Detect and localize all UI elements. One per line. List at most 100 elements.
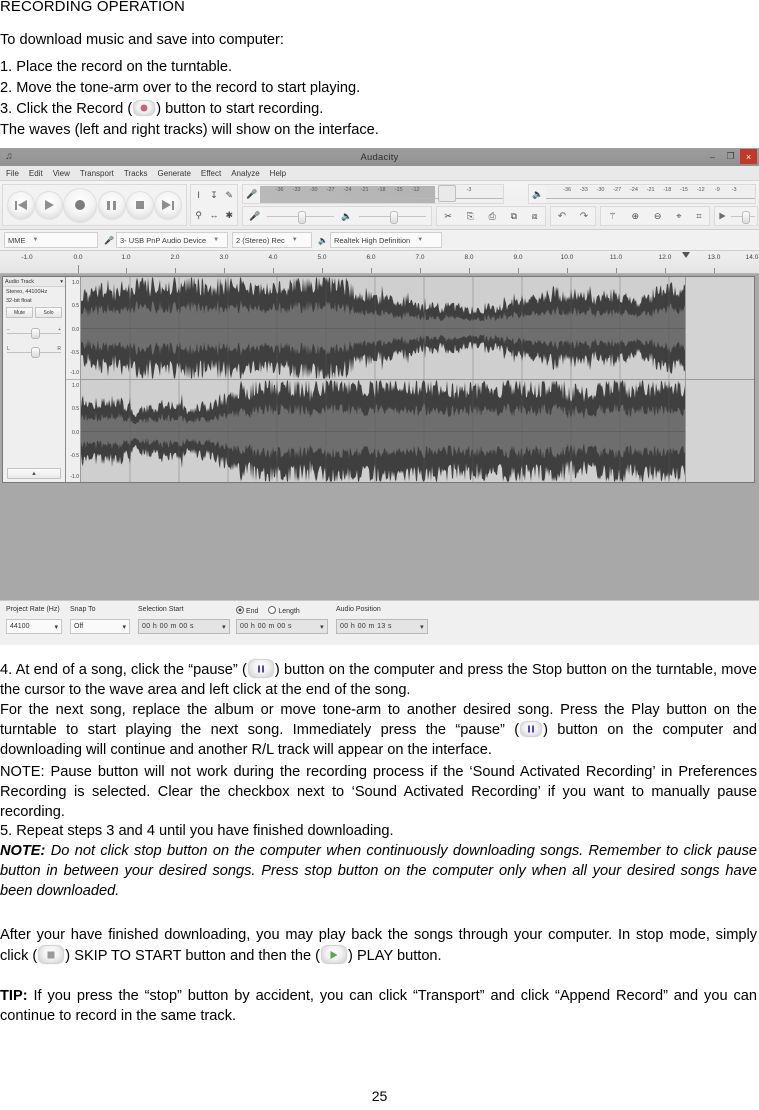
project-rate-label: Project Rate (Hz) (6, 606, 60, 613)
step-5: 5. Repeat steps 3 and 4 until you have f… (0, 823, 394, 839)
recording-meter-toolbar[interactable]: 🎤 -36 -33 -30 -27 -24 -21 -18 -15 -12 -6… (242, 184, 504, 204)
menu-item-effect[interactable]: Effect (201, 169, 221, 178)
mute-button[interactable]: Mute (6, 307, 33, 318)
window-title: Audacity (360, 151, 399, 163)
window-controls: – ❐ × (704, 149, 757, 164)
track-control-panel[interactable]: Audio Track ▾ Stereo, 44100Hz 32-bit flo… (3, 277, 66, 482)
pause-button[interactable] (97, 191, 126, 219)
selection-end-field[interactable]: 00 h 00 m 00 s ▾ (236, 619, 328, 634)
menu-item-tracks[interactable]: Tracks (124, 169, 148, 178)
audio-host-select[interactable]: MME ▼ (4, 232, 98, 248)
audio-position-field[interactable]: 00 h 00 m 13 s ▾ (336, 619, 428, 634)
time-spinner-icon[interactable]: ▾ (420, 623, 424, 631)
ruler-label: 6.0 (366, 254, 376, 261)
play-icon (321, 945, 348, 964)
selection-start-value: 00 h 00 m 00 s (142, 623, 194, 630)
right-channel-empty-area[interactable] (685, 380, 754, 482)
paste-icon[interactable]: ⎙ (489, 211, 496, 222)
zoom-out-icon[interactable]: ⊖ (654, 211, 662, 222)
snap-to-select[interactable]: Off ▾ (70, 619, 130, 634)
playhead-indicator[interactable] (682, 252, 690, 258)
recording-device-select[interactable]: 3- USB PnP Audio Device ▼ (115, 232, 228, 248)
vruler-label: 0.0 (72, 429, 79, 436)
step-1: 1. Place the record on the turntable. (0, 59, 233, 75)
redo-icon[interactable]: ↷ (580, 211, 588, 222)
meter-tick: -3 (466, 186, 472, 193)
audacity-window-screenshot: ♫ Audacity – ❐ × File Edit View Transpor… (0, 148, 759, 645)
stop-button[interactable] (125, 191, 154, 219)
left-channel-empty-area[interactable] (685, 277, 754, 379)
zoom-tool-icon[interactable]: ⚲ (191, 205, 206, 225)
copy-icon[interactable]: ⎘ (467, 211, 474, 222)
menu-item-help[interactable]: Help (270, 169, 286, 178)
playback-device-select[interactable]: Realtek High Definition ▼ (329, 232, 442, 248)
audio-track[interactable]: Audio Track ▾ Stereo, 44100Hz 32-bit flo… (2, 276, 755, 483)
multi-tool-icon[interactable]: ✱ (222, 205, 237, 225)
minimize-button[interactable]: – (704, 149, 721, 164)
time-spinner-icon[interactable]: ▾ (222, 623, 226, 631)
record-button[interactable] (63, 188, 98, 222)
undo-redo-toolbar: ↶ ↷ (550, 206, 596, 226)
selection-tool-icon[interactable]: I (191, 185, 206, 205)
undo-icon[interactable]: ↶ (558, 211, 566, 222)
recording-channels-select[interactable]: 2 (Stereo) Rec ▼ (231, 232, 312, 248)
menu-item-transport[interactable]: Transport (80, 169, 114, 178)
vruler-label: -0.5 (70, 350, 79, 357)
waveform-display[interactable] (81, 277, 754, 482)
input-volume-slider[interactable] (265, 210, 336, 224)
track-menu-chevron-icon[interactable]: ▾ (60, 279, 63, 285)
skip-to-start-button[interactable] (7, 191, 36, 219)
play-speed-slider[interactable] (729, 210, 757, 224)
output-volume-slider[interactable] (357, 210, 428, 224)
playback-device-speaker-icon: 🔈 (317, 235, 328, 245)
track-title-row[interactable]: Audio Track ▾ (3, 277, 65, 287)
play-button[interactable] (35, 191, 64, 219)
recording-meter-thumb[interactable] (438, 185, 457, 202)
silence-icon[interactable]: ⧈ (532, 211, 538, 222)
menu-item-generate[interactable]: Generate (158, 169, 191, 178)
solo-button[interactable]: Solo (35, 307, 62, 318)
track-gain-slider[interactable]: − + (7, 325, 61, 339)
length-radio-button[interactable] (268, 606, 277, 614)
close-button[interactable]: × (740, 149, 757, 164)
ruler-label: 10.0 (560, 254, 574, 261)
manual-page: RECORDING OPERATION To download music an… (0, 0, 759, 1110)
selection-start-field[interactable]: 00 h 00 m 00 s ▾ (138, 619, 230, 634)
time-shift-tool-icon[interactable]: ↔ (206, 205, 221, 225)
skip-to-end-button[interactable] (153, 191, 182, 219)
trim-icon[interactable]: ⧉ (511, 211, 517, 222)
maximize-button[interactable]: ❐ (722, 149, 739, 164)
chevron-down-icon: ▼ (32, 237, 39, 243)
draw-tool-icon[interactable]: ✎ (222, 185, 237, 205)
menu-item-view[interactable]: View (53, 169, 70, 178)
meter-tick: -24 (629, 186, 638, 193)
vertical-ruler: 1.0 0.5 0.0 -0.5 -1.0 1.0 0.5 0.0 -0.5 -… (66, 277, 81, 482)
playback-meter-toolbar[interactable]: 🔈 -36 -33 -30 -27 -24 -21 -18 -15 -12 -9… (528, 184, 756, 204)
time-spinner-icon[interactable]: ▾ (320, 623, 324, 631)
meter-tick: -18 (663, 186, 672, 193)
fit-selection-icon[interactable]: ⌖ (676, 211, 681, 222)
device-toolbar: MME ▼ 🎤 3- USB PnP Audio Device ▼ 2 (Ste… (0, 230, 759, 251)
end-radio-button[interactable] (236, 606, 244, 614)
right-channel-waveform[interactable] (81, 380, 754, 482)
transport-toolbar (2, 184, 187, 226)
track-format-line-2: 32-bit float (6, 298, 32, 304)
meter-tick: -30 (309, 186, 318, 193)
menu-item-edit[interactable]: Edit (29, 169, 43, 178)
menu-item-analyze[interactable]: Analyze (231, 169, 259, 178)
meter-tick: -15 (394, 186, 403, 193)
fit-project-icon[interactable]: ⌗ (696, 211, 701, 222)
project-rate-select[interactable]: 44100 ▾ (6, 619, 62, 634)
menu-item-file[interactable]: File (6, 169, 19, 178)
track-pan-slider[interactable]: L R (7, 344, 61, 358)
zoom-in-icon[interactable]: ⊕ (631, 211, 639, 222)
sync-lock-icon[interactable]: ⚚ (608, 211, 616, 222)
track-collapse-button[interactable]: ▲ (7, 468, 61, 479)
timeline-ruler[interactable]: -1.0 0.0 1.0 2.0 3.0 4.0 5.0 6.0 7.0 8.0… (0, 251, 759, 274)
play-at-speed-icon[interactable] (719, 212, 726, 220)
left-channel-waveform[interactable] (81, 277, 754, 380)
track-format-line-1: Stereo, 44100Hz (6, 289, 48, 295)
vruler-label: -0.5 (70, 453, 79, 460)
envelope-tool-icon[interactable]: ↧ (206, 185, 221, 205)
cut-icon[interactable]: ✂ (444, 211, 452, 222)
